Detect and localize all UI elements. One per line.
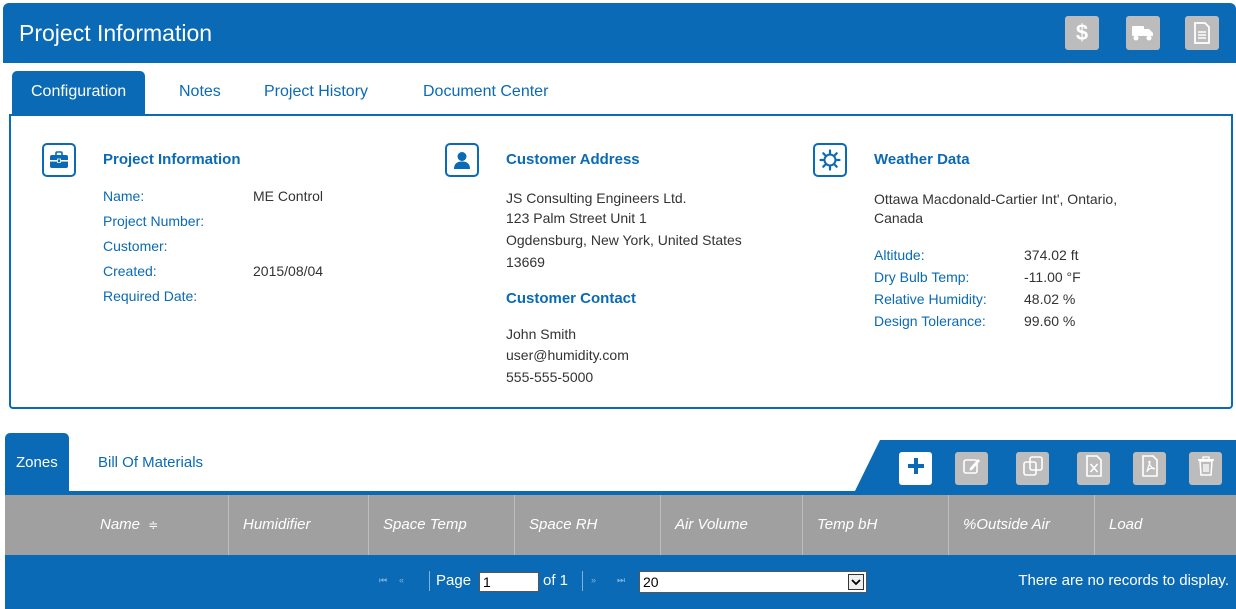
person-icon — [445, 143, 479, 177]
column-space-temp[interactable]: Space Temp — [369, 495, 515, 555]
edit-zone-button[interactable] — [955, 452, 988, 485]
tab-zones[interactable]: Zones — [5, 433, 69, 495]
sort-ascending-icon: ≑ — [148, 518, 159, 532]
page-count: of 1 — [543, 572, 569, 589]
next-page-icon[interactable]: » — [591, 575, 597, 585]
pager-divider — [429, 571, 430, 591]
column-name[interactable]: Name ≑ — [5, 495, 229, 555]
tab-notes[interactable]: Notes — [179, 71, 221, 115]
created-label: Created: — [103, 263, 157, 279]
address-line-4: 13669 — [506, 254, 545, 270]
column-space-rh[interactable]: Space RH — [515, 495, 661, 555]
column-humidifier[interactable]: Humidifier — [229, 495, 369, 555]
truck-icon — [1132, 25, 1154, 41]
copy-icon — [1022, 455, 1044, 482]
copy-zone-button[interactable] — [1016, 452, 1049, 485]
customer-label: Customer: — [103, 238, 168, 254]
weather-location-line-2: Canada — [874, 210, 924, 226]
page-size-value: 20 — [643, 574, 659, 590]
zones-grid-header: Name ≑ Humidifier Space Temp Space RH Ai… — [5, 495, 1236, 555]
report-button[interactable] — [1185, 16, 1219, 50]
column-load-label: Load — [1109, 516, 1143, 533]
column-humidifier-label: Humidifier — [243, 516, 311, 533]
contact-email: user@humidity.com — [506, 347, 629, 363]
weather-data-title: Weather Data — [874, 151, 970, 168]
tab-document-center[interactable]: Document Center — [423, 71, 548, 115]
customer-address-title: Customer Address — [506, 151, 640, 168]
trash-icon — [1197, 456, 1215, 481]
add-zone-button[interactable] — [899, 452, 932, 485]
shipping-button[interactable] — [1126, 16, 1160, 50]
page-title: Project Information — [19, 20, 213, 46]
pager-divider — [582, 571, 583, 591]
column-outside-air[interactable]: %Outside Air — [949, 495, 1095, 555]
export-pdf-button[interactable] — [1133, 452, 1166, 485]
page-label: Page — [436, 572, 472, 589]
customer-contact-title: Customer Contact — [506, 290, 637, 307]
column-air-volume[interactable]: Air Volume — [661, 495, 803, 555]
chevron-down-icon — [848, 574, 864, 590]
altitude-value: 374.02 ft — [1024, 247, 1079, 263]
configuration-panel: Project Information Name: ME Control Pro… — [9, 114, 1233, 409]
column-space-rh-label: Space RH — [529, 516, 598, 533]
created-value: 2015/08/04 — [253, 263, 324, 279]
name-value: ME Control — [253, 188, 324, 204]
weather-location-line-1: Ottawa Macdonald-Cartier Int', Ontario, — [874, 191, 1118, 207]
tab-bill-of-materials[interactable]: Bill Of Materials — [98, 433, 203, 495]
pricing-button[interactable]: $ — [1065, 16, 1099, 50]
project-info-title: Project Information — [103, 151, 241, 168]
page-header: Project Information $ — [3, 3, 1236, 63]
grid-pager: ⏮ « Page 1 of 1 » ⏭ 20 There are no reco… — [5, 555, 1236, 609]
dry-bulb-value: -11.00 °F — [1024, 269, 1081, 285]
plus-icon — [907, 457, 925, 480]
column-temp-bh[interactable]: Temp bH — [803, 495, 949, 555]
excel-icon — [1085, 455, 1103, 482]
project-number-label: Project Number: — [103, 213, 205, 229]
altitude-label: Altitude: — [874, 247, 925, 263]
last-page-icon[interactable]: ⏭ — [617, 575, 626, 586]
column-load[interactable]: Load — [1095, 495, 1236, 555]
contact-name: John Smith — [506, 326, 577, 342]
edit-icon — [962, 456, 982, 481]
column-temp-bh-label: Temp bH — [817, 516, 878, 533]
page-number-input[interactable]: 1 — [479, 572, 539, 592]
contact-phone: 555-555-5000 — [506, 369, 594, 385]
relative-humidity-value: 48.02 % — [1024, 291, 1076, 307]
address-line-1: JS Consulting Engineers Ltd. — [506, 190, 687, 206]
sun-icon — [813, 143, 847, 177]
address-line-2: 123 Palm Street Unit 1 — [506, 210, 647, 226]
column-air-volume-label: Air Volume — [675, 516, 748, 533]
column-name-label: Name — [100, 516, 141, 533]
first-page-icon[interactable]: ⏮ — [379, 575, 388, 586]
dry-bulb-label: Dry Bulb Temp: — [874, 269, 970, 285]
dollar-icon: $ — [1075, 20, 1089, 45]
tab-configuration[interactable]: Configuration — [12, 71, 146, 115]
page-size-select[interactable]: 20 — [639, 571, 867, 593]
previous-page-icon[interactable]: « — [399, 575, 405, 585]
export-excel-button[interactable] — [1077, 452, 1110, 485]
required-date-label: Required Date: — [103, 288, 198, 304]
empty-grid-message: There are no records to display. — [1018, 572, 1229, 589]
tab-project-history[interactable]: Project History — [264, 71, 368, 115]
delete-zone-button[interactable] — [1189, 452, 1222, 485]
pdf-icon — [1141, 455, 1159, 482]
relative-humidity-label: Relative Humidity: — [874, 291, 987, 307]
document-icon — [1193, 22, 1211, 44]
address-line-3: Ogdensburg, New York, United States — [506, 232, 742, 248]
column-outside-air-label: %Outside Air — [963, 516, 1050, 533]
column-space-temp-label: Space Temp — [383, 516, 467, 533]
name-label: Name: — [103, 188, 145, 204]
design-tolerance-label: Design Tolerance: — [874, 313, 986, 329]
design-tolerance-value: 99.60 % — [1024, 313, 1076, 329]
briefcase-icon — [42, 143, 76, 177]
